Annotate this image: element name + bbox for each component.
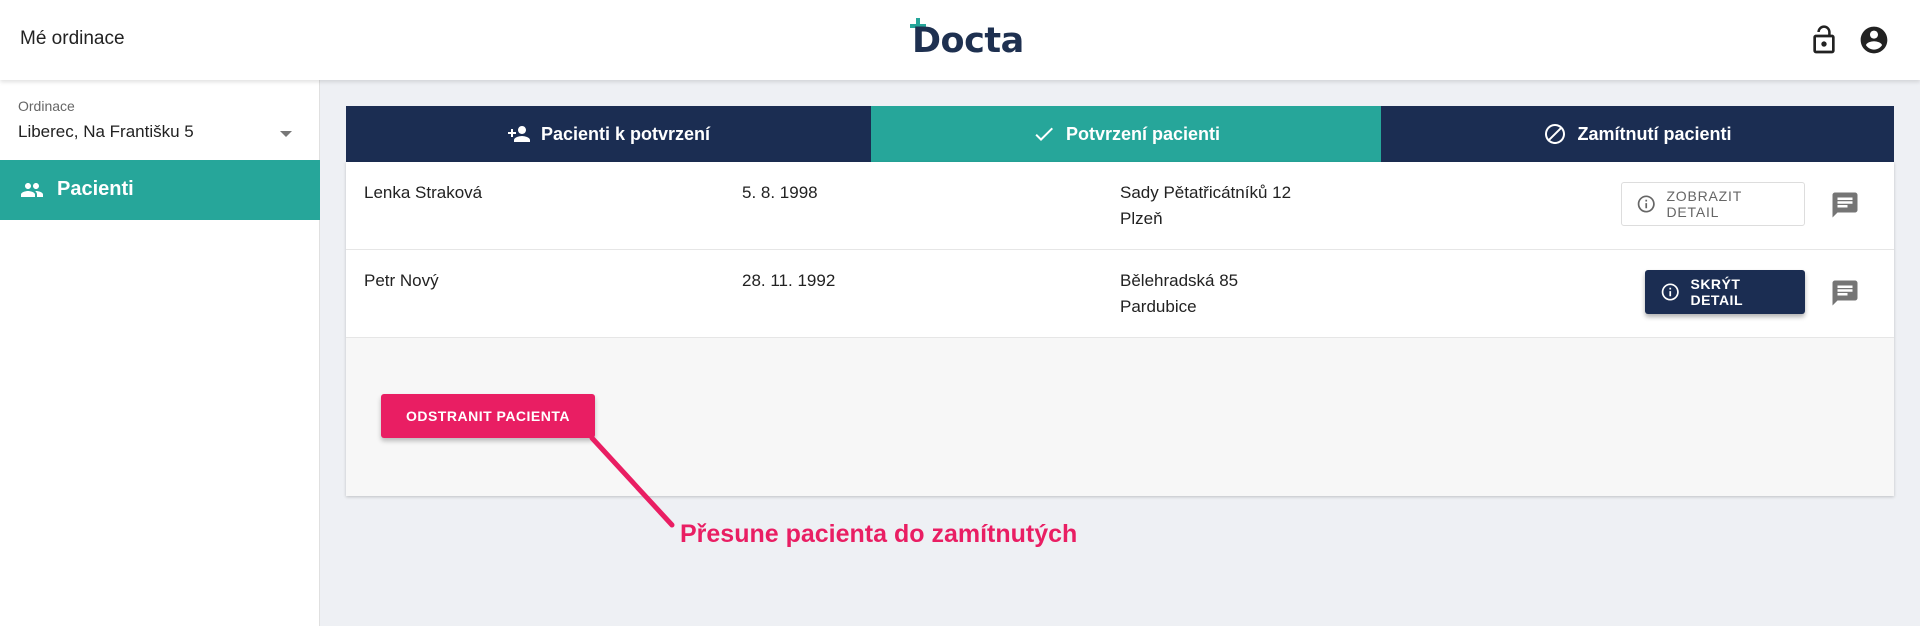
people-icon xyxy=(21,183,43,197)
patient-birthdate: 28. 11. 1992 xyxy=(742,271,836,290)
remove-patient-button[interactable]: ODSTRANIT PACIENTA xyxy=(381,394,595,438)
patient-detail-panel: ODSTRANIT PACIENTA xyxy=(346,338,1894,496)
info-icon xyxy=(1661,283,1679,301)
lock-open-icon[interactable] xyxy=(1808,24,1840,56)
patient-name: Petr Nový xyxy=(364,271,439,290)
person-add-icon xyxy=(507,126,530,142)
app-title: Mé ordinace xyxy=(20,28,125,49)
clinic-select[interactable]: Ordinace Liberec, Na Františku 5 xyxy=(0,90,320,150)
patient-name: Lenka Straková xyxy=(364,183,483,202)
tab-pending[interactable]: Pacienti k potvrzení xyxy=(346,106,871,162)
show-detail-button[interactable]: ZOBRAZIT DETAIL xyxy=(1621,182,1805,226)
hide-detail-button[interactable]: SKRÝT DETAIL xyxy=(1645,270,1805,314)
info-icon xyxy=(1637,195,1655,213)
tab-rejected[interactable]: Zamítnutí pacienti xyxy=(1381,106,1894,162)
block-icon xyxy=(1545,124,1566,144)
top-bar: Mé ordinace Docta xyxy=(0,0,1920,80)
patient-table: Lenka Straková 5. 8. 1998 Sady Pětatřicá… xyxy=(346,162,1894,496)
address-street: Bělehradská 85 xyxy=(1120,271,1239,290)
patient-birthdate: 5. 8. 1998 xyxy=(742,183,818,202)
tab-label: Potvrzení pacienti xyxy=(1065,123,1221,144)
dropdown-arrow-icon xyxy=(280,131,292,137)
account-circle-icon[interactable] xyxy=(1858,24,1890,56)
annotation-text: Přesune pacienta do zamítnutých xyxy=(680,520,1078,548)
patient-address: Bělehradská 85 Pardubice xyxy=(1120,268,1238,320)
check-icon xyxy=(1035,127,1053,141)
logo-text: Docta xyxy=(912,21,1024,61)
table-row: Lenka Straková 5. 8. 1998 Sady Pětatřicá… xyxy=(346,162,1894,250)
button-label: SKRÝT DETAIL xyxy=(1690,276,1743,308)
clinic-select-label: Ordinace xyxy=(18,98,75,114)
button-label: ZOBRAZIT DETAIL xyxy=(1666,188,1742,220)
chat-icon[interactable] xyxy=(1830,278,1860,308)
patient-tabs: Pacienti k potvrzení Potvrzení pacienti … xyxy=(346,106,1894,162)
docta-logo[interactable]: Docta xyxy=(910,18,1024,62)
address-city: Plzeň xyxy=(1120,209,1163,228)
tab-label: Pacienti k potvrzení xyxy=(540,123,711,144)
address-city: Pardubice xyxy=(1120,297,1197,316)
sidebar-item-pacienti[interactable]: Pacienti xyxy=(0,160,320,220)
tab-label: Zamítnutí pacienti xyxy=(1577,123,1732,144)
address-street: Sady Pětatřicátníků 12 xyxy=(1120,183,1292,202)
table-row: Petr Nový 28. 11. 1992 Bělehradská 85 Pa… xyxy=(346,250,1894,338)
patient-address: Sady Pětatřicátníků 12 Plzeň xyxy=(1120,180,1291,232)
chat-icon[interactable] xyxy=(1830,190,1860,220)
clinic-select-value: Liberec, Na Františku 5 xyxy=(18,122,194,141)
sidebar: Ordinace Liberec, Na Františku 5 Pacient… xyxy=(0,80,320,626)
sidebar-item-label: Pacienti xyxy=(57,178,134,200)
tab-confirmed[interactable]: Potvrzení pacienti xyxy=(871,106,1381,162)
